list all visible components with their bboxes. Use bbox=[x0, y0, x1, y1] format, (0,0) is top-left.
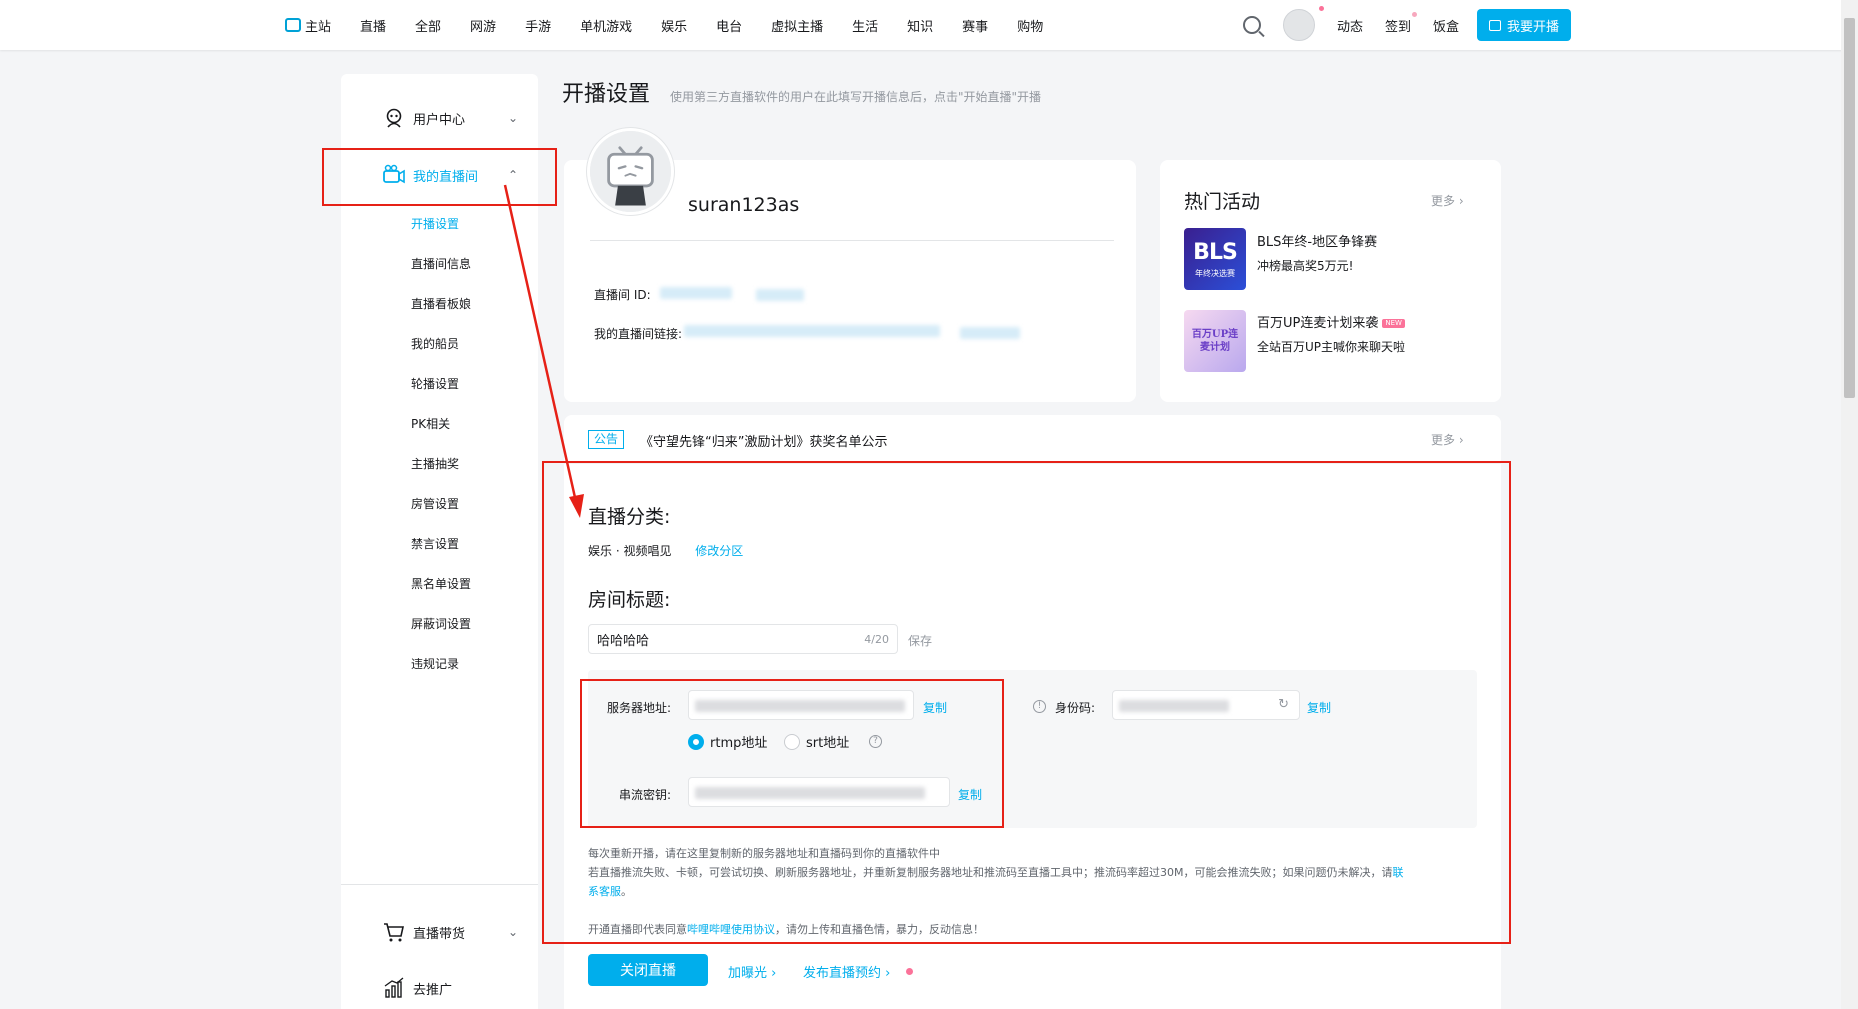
annotation-arrow bbox=[503, 184, 584, 518]
